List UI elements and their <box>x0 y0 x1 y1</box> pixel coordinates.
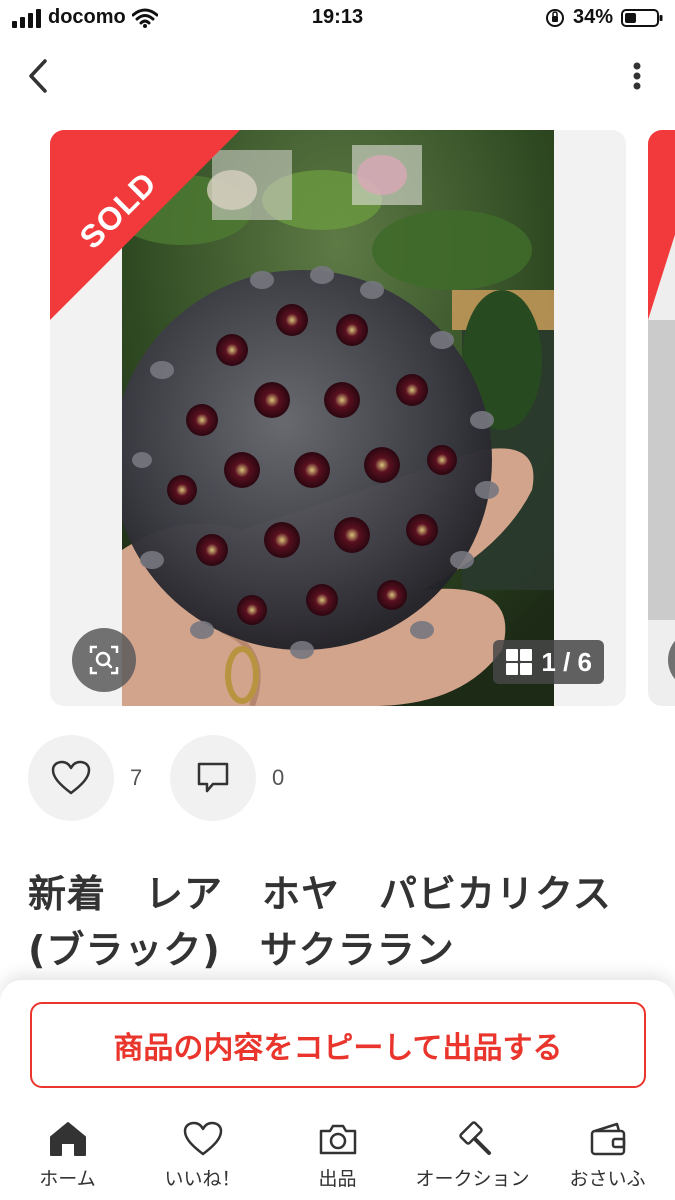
next-slide-preview <box>648 130 675 620</box>
sold-badge: SOLD <box>50 130 240 320</box>
comment-icon <box>197 762 229 793</box>
top-nav <box>0 48 675 104</box>
item-actions: 7 0 <box>28 734 312 822</box>
image-carousel[interactable]: SOLD 1 / 6 <box>0 130 675 706</box>
status-right: 34% <box>545 6 663 29</box>
tab-sell-label: 出品 <box>318 1168 357 1190</box>
tab-likes[interactable]: いいね！ <box>135 1116 270 1200</box>
like-button[interactable] <box>28 735 114 821</box>
battery-icon <box>621 8 663 27</box>
comment-button[interactable] <box>170 735 256 821</box>
tab-wallet-label: おさいふ <box>569 1168 646 1190</box>
product-image-slide[interactable]: SOLD 1 / 6 <box>50 130 626 706</box>
copy-listing-button[interactable]: 商品の内容をコピーして出品する <box>30 1002 646 1088</box>
tab-home[interactable]: ホーム <box>0 1116 135 1200</box>
image-counter-text: 1 / 6 <box>541 646 592 677</box>
grid-icon <box>506 649 533 675</box>
comments-count: 0 <box>272 765 285 790</box>
tab-bar: ホーム いいね！ 出品 オークション おさいふ <box>0 1116 675 1200</box>
tab-auction[interactable]: オークション <box>405 1116 540 1200</box>
tab-auction-label: オークション <box>415 1168 530 1190</box>
tab-likes-label: いいね！ <box>164 1168 241 1190</box>
camera-icon <box>319 1124 356 1155</box>
more-vertical-icon <box>633 62 641 90</box>
home-icon <box>49 1122 86 1156</box>
more-options-button[interactable] <box>627 56 647 96</box>
next-image-slide[interactable] <box>648 130 675 706</box>
tab-sell[interactable]: 出品 <box>270 1116 405 1200</box>
status-bar: docomo 19:13 34% <box>0 0 675 38</box>
likes-count: 7 <box>130 765 143 790</box>
zoom-button[interactable] <box>72 628 136 692</box>
battery-percent: 34% <box>572 6 613 28</box>
chevron-left-icon <box>29 59 47 93</box>
heart-icon <box>51 760 91 795</box>
image-counter[interactable]: 1 / 6 <box>493 640 604 684</box>
zoom-search-icon <box>89 645 119 675</box>
tab-home-label: ホーム <box>39 1168 96 1190</box>
heart-icon <box>183 1121 222 1156</box>
back-button[interactable] <box>18 56 58 96</box>
orientation-lock-icon <box>545 8 564 27</box>
bottom-sheet: 商品の内容をコピーして出品する ホーム いいね！ 出品 オークション おさいふ <box>0 980 675 1200</box>
item-title: 新着 レア ホヤ パビカリクス (ブラック) サクララン <box>28 872 651 972</box>
wallet-icon <box>590 1122 625 1156</box>
tab-wallet[interactable]: おさいふ <box>540 1116 675 1200</box>
gavel-icon <box>458 1121 491 1155</box>
